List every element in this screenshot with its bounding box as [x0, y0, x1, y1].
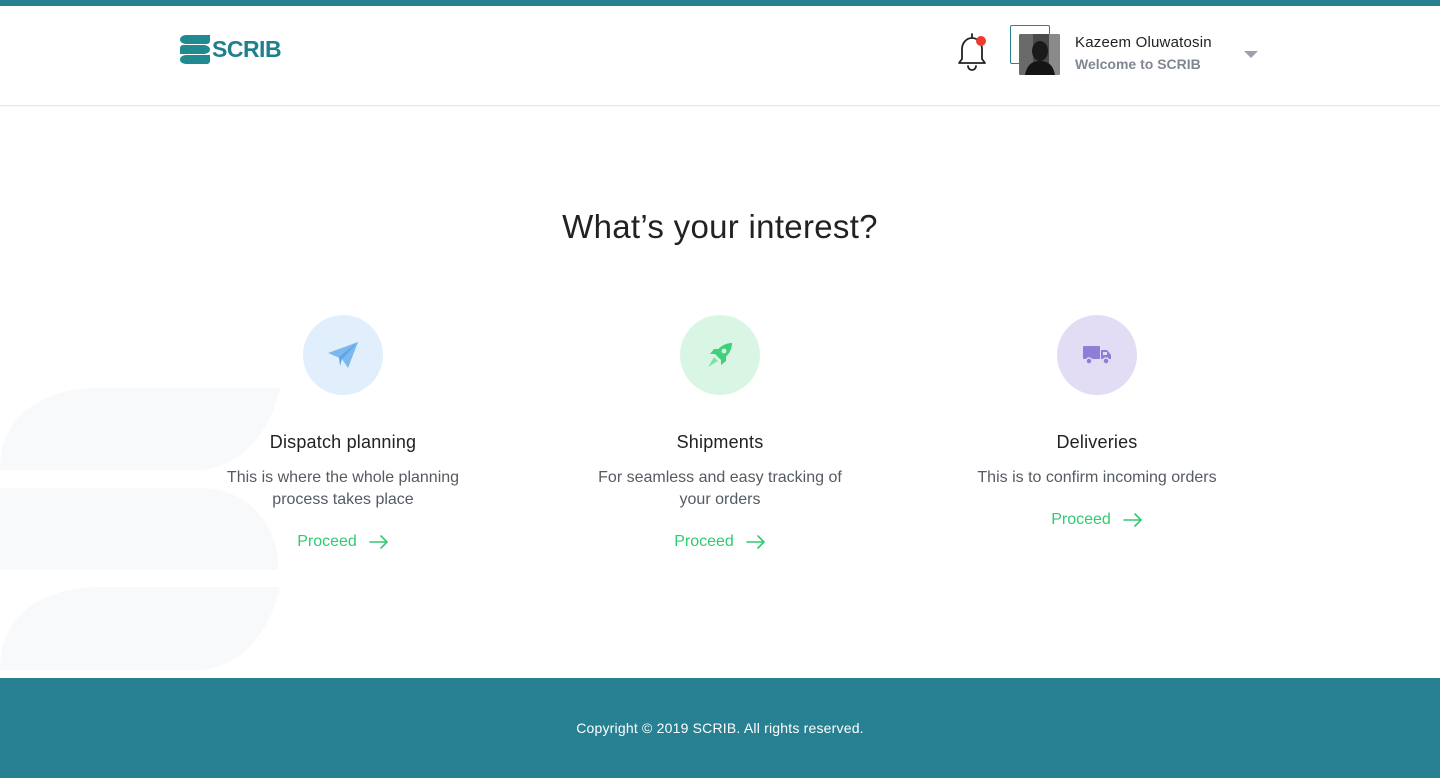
card-title: Deliveries [1056, 432, 1138, 452]
rocket-icon [708, 343, 732, 367]
arrow-right-icon [1122, 513, 1142, 527]
logo-wordmark: SCRIB [212, 35, 282, 62]
card-shipments: Shipments For seamless and easy tracking… [570, 315, 870, 551]
card-description: For seamless and easy tracking of your o… [598, 469, 842, 508]
page-title: What’s your interest? [562, 208, 878, 245]
brand-logo[interactable]: SCRIB [180, 32, 282, 66]
footer: Copyright © 2019 SCRIB. All rights reser… [0, 678, 1440, 778]
card-icon-circle [303, 315, 383, 395]
paper-plane-icon [328, 342, 358, 368]
proceed-link[interactable]: Proceed [674, 533, 766, 551]
card-dispatch-planning: Dispatch planning This is where the whol… [193, 315, 493, 551]
proceed-link[interactable]: Proceed [297, 533, 389, 551]
card-title: Dispatch planning [269, 432, 417, 452]
notification-badge [976, 36, 986, 46]
user-welcome-text: Welcome to SCRIB [1075, 56, 1201, 72]
card-icon-circle [1057, 315, 1137, 395]
card-icon-circle [680, 315, 760, 395]
user-name: Kazeem Oluwatosin [1075, 34, 1212, 51]
proceed-label: Proceed [297, 533, 357, 550]
proceed-link[interactable]: Proceed [1051, 511, 1143, 529]
avatar[interactable] [1019, 34, 1060, 75]
avatar-photo [1019, 34, 1060, 75]
proceed-label: Proceed [1051, 511, 1111, 528]
arrow-right-icon [745, 535, 765, 549]
copyright-text: Copyright © 2019 SCRIB. All rights reser… [576, 720, 864, 736]
card-description: This is where the whole planning process… [226, 469, 460, 508]
scrib-logo-icon [180, 34, 210, 64]
notifications-button[interactable] [955, 31, 991, 71]
arrow-right-icon [368, 535, 388, 549]
bell-icon [958, 33, 986, 71]
truck-icon [1083, 346, 1111, 365]
user-menu-toggle[interactable] [1243, 46, 1259, 58]
card-deliveries: Deliveries This is to confirm incoming o… [947, 315, 1247, 529]
caret-down-icon [1244, 51, 1258, 58]
proceed-label: Proceed [674, 533, 734, 550]
card-title: Shipments [676, 432, 764, 452]
card-description: This is to confirm incoming orders [977, 469, 1217, 486]
